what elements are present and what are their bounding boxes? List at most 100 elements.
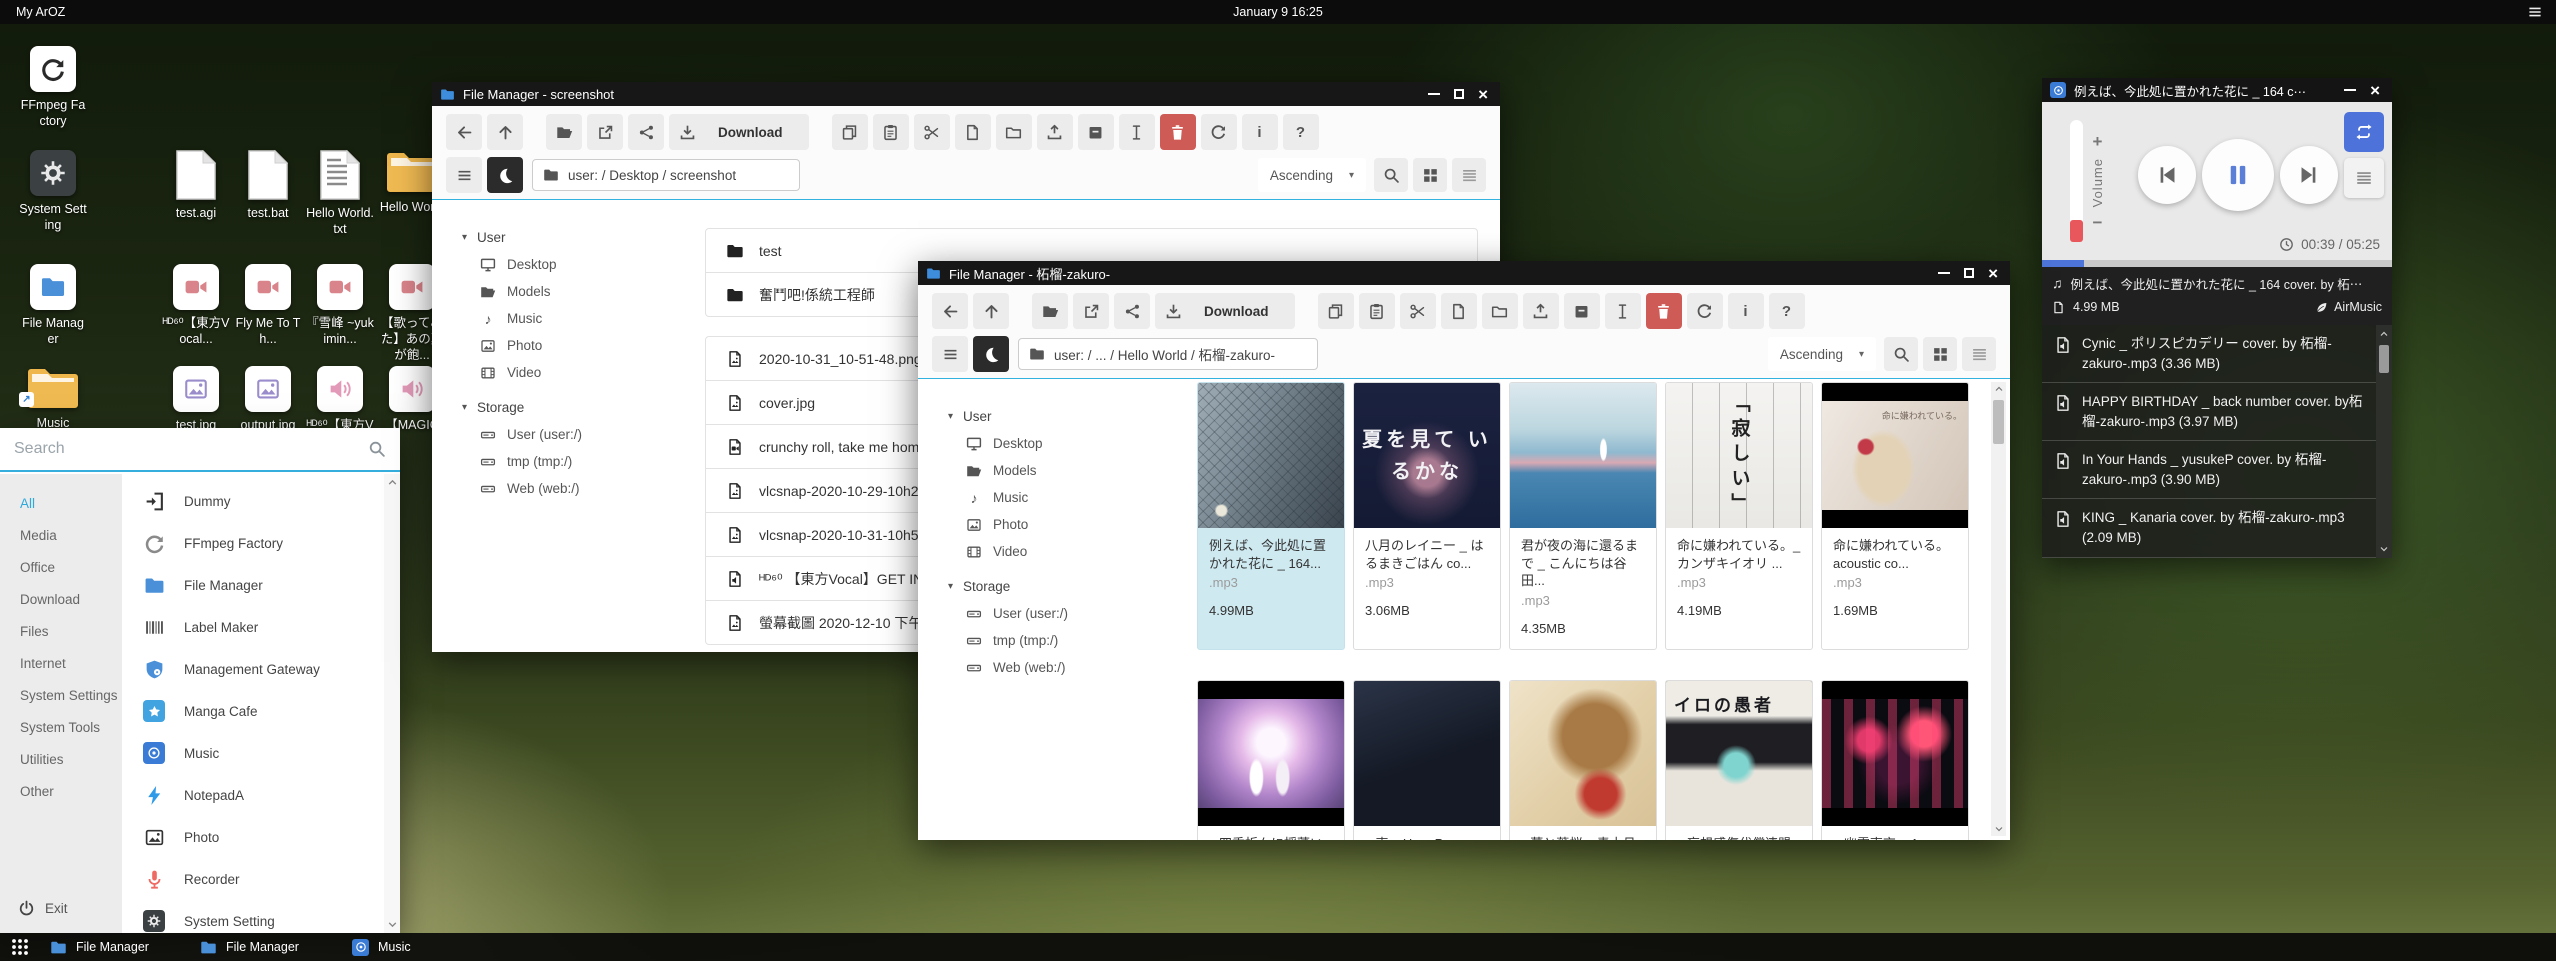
new-folder-button[interactable]	[1482, 293, 1518, 329]
maximize-button[interactable]	[1964, 268, 1974, 278]
sidebar-item-photo[interactable]: Photo	[462, 332, 702, 359]
archive-button[interactable]	[1078, 114, 1114, 150]
sidebar-item-tmp-drive[interactable]: tmp (tmp:/)	[462, 448, 702, 475]
list-view-button[interactable]	[1962, 337, 1996, 371]
copy-button[interactable]	[832, 114, 868, 150]
scroll-up-icon[interactable]	[387, 477, 398, 488]
progress-bar[interactable]	[2042, 260, 2392, 267]
sidebar-item-desktop[interactable]: Desktop	[948, 430, 1188, 457]
open-button[interactable]	[546, 114, 582, 150]
path-input[interactable]	[568, 168, 788, 183]
search-input[interactable]	[14, 440, 368, 458]
desktop-icon-music-folder[interactable]: ↗ Music	[5, 366, 101, 431]
app-list-scrollbar[interactable]	[384, 474, 400, 933]
minimize-button[interactable]	[1938, 272, 1950, 274]
category-system-tools[interactable]: System Tools	[20, 712, 122, 744]
grid-view-button[interactable]	[1923, 337, 1957, 371]
paste-button[interactable]	[873, 114, 909, 150]
sidebar-item-web-drive[interactable]: Web (web:/)	[462, 475, 702, 502]
path-bar[interactable]	[1018, 338, 1318, 370]
title-bar[interactable]: File Manager - screenshot ×	[432, 82, 1500, 106]
rename-button[interactable]	[1605, 293, 1641, 329]
volume-up-label[interactable]: +	[2093, 132, 2103, 152]
sidebar-item-desktop[interactable]: Desktop	[462, 251, 702, 278]
taskbar-item-music[interactable]: Music	[352, 933, 411, 961]
category-other[interactable]: Other	[20, 776, 122, 808]
desktop-icon-system-setting[interactable]: System Setting	[5, 150, 101, 233]
grid-scrollbar[interactable]	[1991, 382, 2006, 836]
sidebar-item-models[interactable]: Models	[948, 457, 1188, 484]
new-folder-button[interactable]	[996, 114, 1032, 150]
next-track-button[interactable]	[2280, 146, 2338, 204]
help-button[interactable]: ?	[1769, 293, 1805, 329]
category-all[interactable]: All	[20, 488, 122, 520]
file-tile[interactable]: 夢と葉桜 _ 青木月	[1509, 680, 1657, 840]
playlist-item[interactable]: In Your Hands _ yusukeP cover. by 柘榴-zak…	[2042, 441, 2376, 499]
sidebar-item-user-drive[interactable]: User (user:/)	[462, 421, 702, 448]
category-office[interactable]: Office	[20, 552, 122, 584]
scroll-up-icon[interactable]	[1994, 384, 2004, 394]
close-button[interactable]: ×	[1478, 86, 1488, 103]
refresh-button[interactable]	[1687, 293, 1723, 329]
desktop-icon-ffmpeg-factory[interactable]: FFmpeg Factory	[5, 46, 101, 129]
minimize-button[interactable]	[1428, 93, 1440, 95]
up-button[interactable]	[487, 114, 523, 150]
queue-button[interactable]	[2344, 158, 2384, 198]
delete-button[interactable]	[1160, 114, 1196, 150]
share-button[interactable]	[628, 114, 664, 150]
cut-button[interactable]	[1400, 293, 1436, 329]
up-button[interactable]	[973, 293, 1009, 329]
minimize-button[interactable]	[2344, 89, 2356, 91]
file-tile[interactable]: 四季折々に揺蕩い	[1197, 680, 1345, 840]
playlist-item[interactable]: HAPPY BIRTHDAY _ back number cover. by柘榴…	[2042, 383, 2376, 441]
file-tile[interactable]: イロの愚者 妄想感傷代償連盟	[1665, 680, 1813, 840]
scroll-down-icon[interactable]	[1994, 824, 2004, 834]
sidebar-item-music[interactable]: ♪Music	[948, 484, 1188, 511]
scroll-up-icon[interactable]	[2379, 329, 2389, 339]
open-button[interactable]	[1032, 293, 1068, 329]
category-download[interactable]: Download	[20, 584, 122, 616]
taskbar-item-file-manager-1[interactable]: File Manager	[50, 933, 149, 961]
sidebar-item-user-drive[interactable]: User (user:/)	[948, 600, 1188, 627]
sidebar-section-storage[interactable]: ▾Storage	[462, 394, 702, 421]
app-item-management-gateway[interactable]: Management Gateway	[122, 648, 384, 690]
dark-mode-button[interactable]	[973, 336, 1009, 372]
download-button[interactable]: Download	[1155, 293, 1295, 329]
grid-view-button[interactable]	[1413, 158, 1447, 192]
upload-button[interactable]	[1523, 293, 1559, 329]
app-item-notepada[interactable]: NotepadA	[122, 774, 384, 816]
app-item-recorder[interactable]: Recorder	[122, 858, 384, 900]
category-system-settings[interactable]: System Settings	[20, 680, 122, 712]
sidebar-item-tmp-drive[interactable]: tmp (tmp:/)	[948, 627, 1188, 654]
topbar-menu-icon[interactable]	[2526, 4, 2544, 20]
sort-order-select[interactable]: Ascending ▾	[1768, 337, 1876, 371]
sort-order-select[interactable]: Ascending ▾	[1258, 158, 1366, 192]
category-internet[interactable]: Internet	[20, 648, 122, 680]
open-external-button[interactable]	[587, 114, 623, 150]
share-button[interactable]	[1114, 293, 1150, 329]
app-item-photo[interactable]: Photo	[122, 816, 384, 858]
file-tile[interactable]: 夏を見て いるかな 八月のレイニー _ はるまきごはん co....mp33.0…	[1353, 382, 1501, 650]
volume-slider-thumb[interactable]	[2070, 220, 2083, 242]
delete-button[interactable]	[1646, 293, 1682, 329]
paste-button[interactable]	[1359, 293, 1395, 329]
file-tile[interactable]: 君が夜の海に還るまで _ こんにちは谷田....mp34.35MB	[1509, 382, 1657, 650]
open-external-button[interactable]	[1073, 293, 1109, 329]
close-button[interactable]: ×	[1988, 265, 1998, 282]
list-view-button[interactable]	[1452, 158, 1486, 192]
sidebar-item-music[interactable]: ♪Music	[462, 305, 702, 332]
previous-track-button[interactable]	[2138, 146, 2196, 204]
category-utilities[interactable]: Utilities	[20, 744, 122, 776]
sidebar-item-photo[interactable]: Photo	[948, 511, 1188, 538]
app-item-file-manager[interactable]: File Manager	[122, 564, 384, 606]
upload-button[interactable]	[1037, 114, 1073, 150]
back-button[interactable]	[932, 293, 968, 329]
file-tile[interactable]: 幽霊東京 _ Ayase	[1821, 680, 1969, 840]
help-button[interactable]: ?	[1283, 114, 1319, 150]
app-item-manga-cafe[interactable]: Manga Cafe	[122, 690, 384, 732]
maximize-button[interactable]	[1454, 89, 1464, 99]
category-media[interactable]: Media	[20, 520, 122, 552]
path-bar[interactable]	[532, 159, 800, 191]
desktop-icon-file-manager[interactable]: File Manager	[5, 264, 101, 347]
search-button[interactable]	[1884, 337, 1918, 371]
